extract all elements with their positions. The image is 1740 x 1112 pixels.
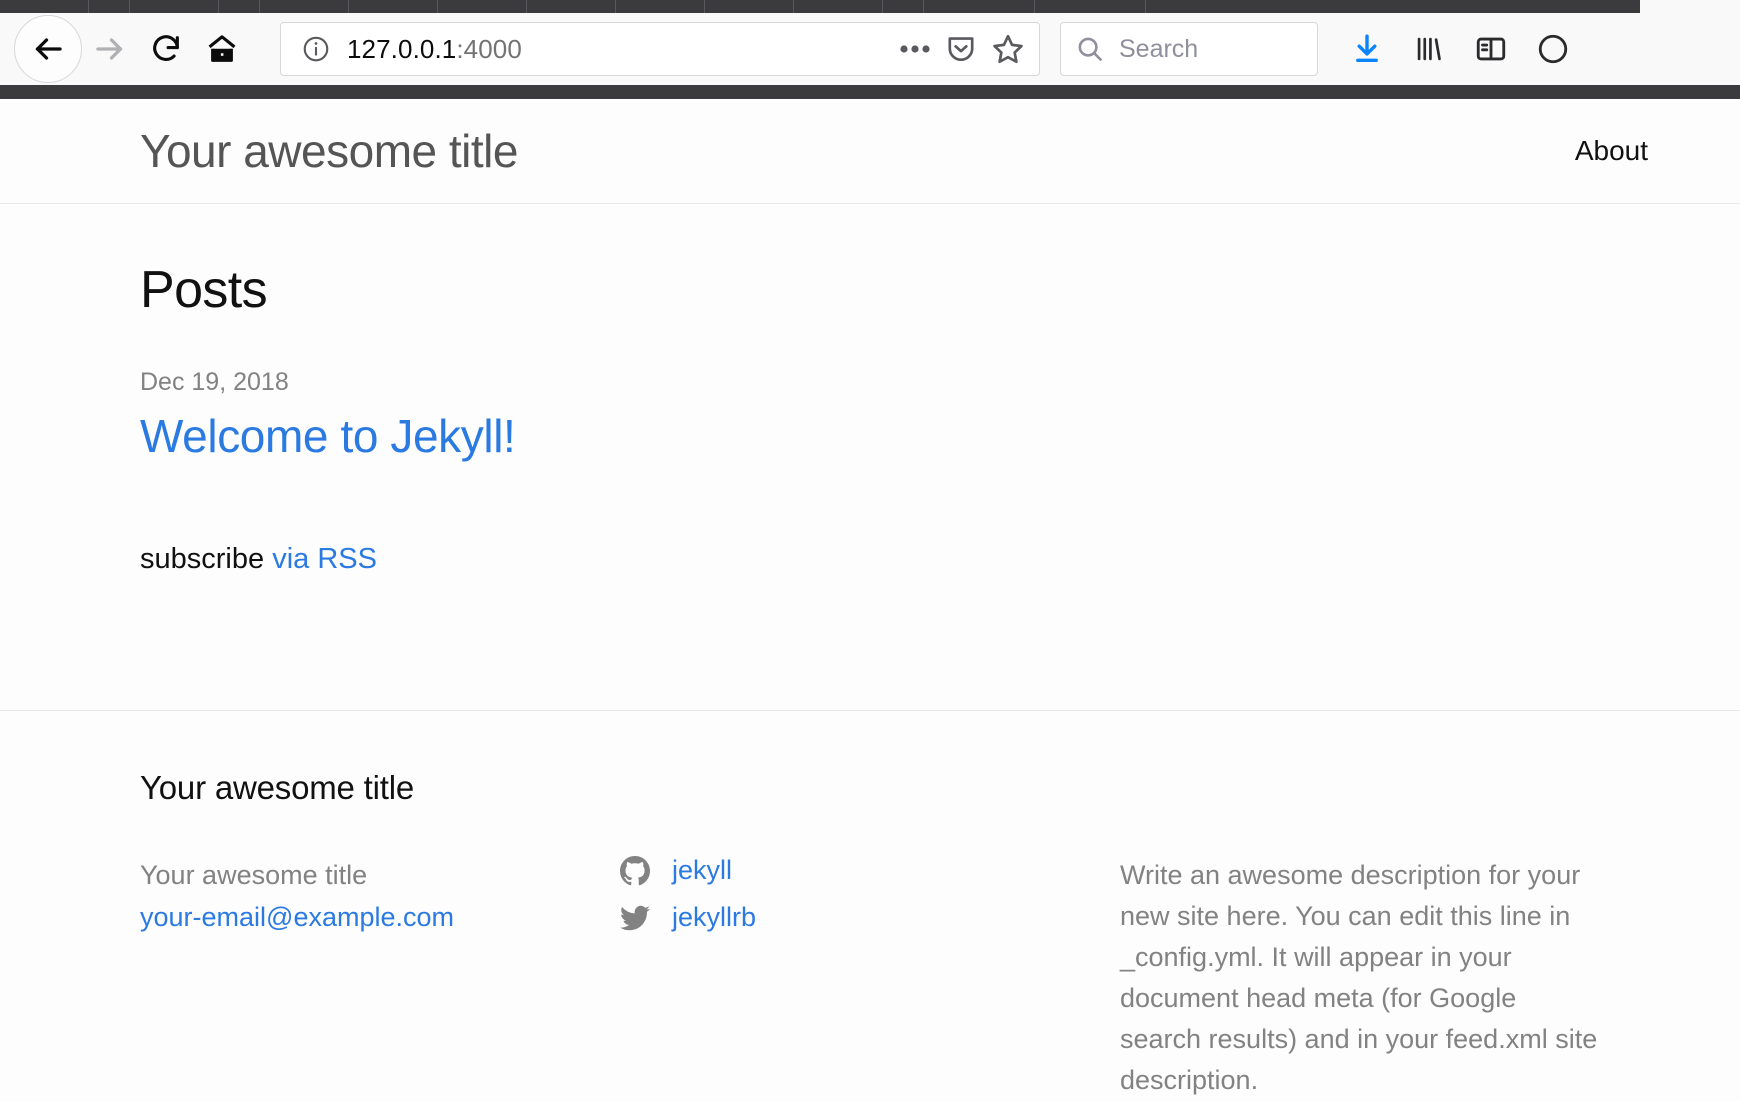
- home-button[interactable]: [194, 21, 250, 77]
- tab-separator: [437, 0, 438, 13]
- site-title[interactable]: Your awesome title: [140, 124, 518, 178]
- back-button[interactable]: [14, 15, 82, 83]
- page-body: Your awesome title About Posts Dec 19, 2…: [0, 99, 1740, 1102]
- back-arrow-icon: [30, 31, 66, 67]
- reload-icon: [149, 32, 183, 66]
- ellipsis-icon: [899, 43, 931, 55]
- sidebar-toggle-button[interactable]: [1460, 21, 1522, 77]
- url-host: 127.0.0.1: [347, 33, 457, 64]
- footer-heading: Your awesome title: [140, 769, 414, 806]
- subscribe-line: subscribe via RSS: [140, 543, 1600, 576]
- url-text[interactable]: 127.0.0.1:4000: [347, 34, 885, 65]
- page-title: Posts: [140, 261, 268, 319]
- sidebar-toggle-icon: [1474, 32, 1508, 66]
- account-button[interactable]: [1522, 21, 1584, 77]
- tab-separator: [882, 0, 883, 13]
- subscribe-label: subscribe: [140, 543, 265, 575]
- download-arrow-icon: [1350, 32, 1384, 66]
- star-icon: [991, 32, 1025, 66]
- tab-separator: [923, 0, 924, 13]
- tab-separator: [129, 0, 130, 13]
- tab-separator: [259, 0, 260, 13]
- tab-separator: [793, 0, 794, 13]
- forward-button[interactable]: [82, 21, 138, 77]
- search-bar[interactable]: Search: [1060, 22, 1318, 76]
- social-list: jekyll jekyllrb: [620, 855, 1120, 933]
- forward-arrow-icon: [92, 31, 128, 67]
- post-list: Dec 19, 2018 Welcome to Jekyll!: [140, 368, 1600, 463]
- list-item: jekyllrb: [620, 902, 1120, 933]
- pocket-icon: [945, 33, 977, 65]
- info-circle-icon[interactable]: [301, 34, 331, 64]
- tab-separator: [218, 0, 219, 13]
- chrome-bottom-border: [0, 85, 1740, 99]
- tab-separator: [88, 0, 89, 13]
- list-item: jekyll: [620, 855, 1120, 886]
- site-footer: Your awesome title Your awesome title yo…: [0, 710, 1740, 1101]
- rss-link[interactable]: via RSS: [272, 543, 377, 575]
- downloads-button[interactable]: [1336, 21, 1398, 77]
- tab-separator: [615, 0, 616, 13]
- tab-separator: [1145, 0, 1146, 13]
- tab-strip[interactable]: [0, 0, 1640, 13]
- navigation-toolbar: 127.0.0.1:4000 Search: [0, 13, 1740, 85]
- search-icon: [1075, 34, 1105, 64]
- email-link[interactable]: your-email@example.com: [140, 902, 454, 932]
- tab-separator: [1034, 0, 1035, 13]
- contact-list: Your awesome title your-email@example.co…: [140, 855, 620, 939]
- search-input[interactable]: Search: [1119, 35, 1198, 64]
- contact-name: Your awesome title: [140, 860, 368, 890]
- footer-contact-column: Your awesome title your-email@example.co…: [140, 855, 620, 939]
- main-content: Posts Dec 19, 2018 Welcome to Jekyll! su…: [0, 204, 1740, 645]
- account-circle-icon: [1536, 32, 1570, 66]
- post-title-link[interactable]: Welcome to Jekyll!: [140, 409, 516, 463]
- nav-link-about[interactable]: About: [1575, 135, 1648, 167]
- site-nav: About: [1575, 135, 1648, 167]
- library-button[interactable]: [1398, 21, 1460, 77]
- pocket-button[interactable]: [945, 33, 977, 65]
- twitter-icon: [620, 903, 650, 933]
- reload-button[interactable]: [138, 21, 194, 77]
- github-link[interactable]: jekyll: [672, 855, 732, 886]
- url-port: :4000: [456, 33, 522, 64]
- url-bar[interactable]: 127.0.0.1:4000: [280, 22, 1040, 76]
- footer-social-column: jekyll jekyllrb: [620, 855, 1120, 949]
- tab-separator: [704, 0, 705, 13]
- browser-chrome: 127.0.0.1:4000 Search: [0, 0, 1740, 99]
- home-icon: [205, 32, 239, 66]
- page-actions-button[interactable]: [899, 43, 931, 55]
- tab-separator: [526, 0, 527, 13]
- footer-description-column: Write an awesome description for your ne…: [1120, 855, 1600, 1101]
- site-header: Your awesome title About: [0, 99, 1740, 204]
- list-item: Dec 19, 2018 Welcome to Jekyll!: [140, 368, 1600, 463]
- list-item: your-email@example.com: [140, 897, 620, 939]
- toolbar-right-buttons: [1336, 21, 1584, 77]
- tab-separator: [348, 0, 349, 13]
- bookmark-button[interactable]: [991, 32, 1025, 66]
- library-icon: [1412, 32, 1446, 66]
- site-description: Write an awesome description for your ne…: [1120, 860, 1598, 1096]
- post-date: Dec 19, 2018: [140, 368, 289, 396]
- twitter-link[interactable]: jekyllrb: [672, 902, 756, 933]
- footer-columns: Your awesome title your-email@example.co…: [140, 855, 1600, 1101]
- github-icon: [620, 855, 650, 886]
